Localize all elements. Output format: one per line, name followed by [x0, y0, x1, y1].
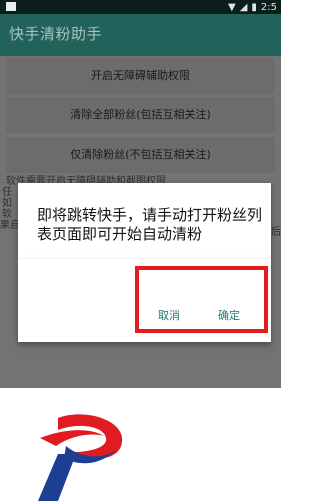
dialog-message: 即将跳转快手，请手动打开粉丝列表页面即可开始自动清粉: [37, 206, 263, 243]
signal-icon: ◢: [239, 1, 248, 13]
hint-tail: 后: [271, 227, 281, 238]
status-time: 2:5: [260, 1, 277, 13]
logo-icon: [38, 414, 123, 501]
app-title: 快手清粉助手: [9, 25, 103, 43]
wifi-icon: ▼: [227, 1, 236, 13]
status-bar: ▼ ◢ ▮ 2:5: [0, 0, 281, 14]
highlight-box: [135, 266, 268, 333]
battery-icon: ▮: [251, 1, 257, 13]
enable-accessibility-button[interactable]: 开启无障碍辅助权限: [6, 58, 275, 94]
status-icons: ▼ ◢ ▮ 2:5: [228, 0, 277, 14]
clear-all-fans-button[interactable]: 清除全部粉丝(包括互相关注): [6, 97, 275, 133]
clear-fans-only-button[interactable]: 仅清除粉丝(不包括互相关注): [6, 137, 275, 173]
notification-icon: [6, 2, 16, 11]
